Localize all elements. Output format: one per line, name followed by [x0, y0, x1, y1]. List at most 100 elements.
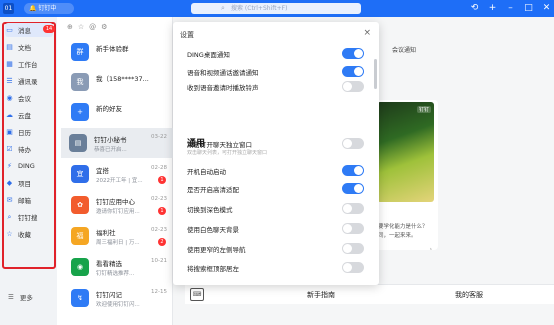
search-left-toggle[interactable] — [342, 262, 364, 273]
sidebar-item-workbench[interactable]: ▦ 工作台 — [5, 57, 53, 71]
conv-time: 02-23 — [151, 227, 167, 233]
sidebar-item-calendar[interactable]: ▣ 日历 — [5, 125, 53, 139]
sidebar-item-ding[interactable]: ⚡ DING — [5, 159, 53, 173]
settings-dialog: 设置 × DING桌面通知 语音和视频通话邀请通知 收到语音邀请时播放铃声 通用… — [173, 22, 379, 285]
sidebar-more[interactable]: ☰ 更多 — [8, 292, 33, 302]
setting-row: 将搜索框顶部居左 — [187, 262, 367, 274]
autostart-toggle[interactable] — [342, 165, 364, 176]
setting-row: 是否开启高清适配 — [187, 183, 367, 195]
sidebar-item-favorites[interactable]: ☆ 收藏 — [5, 227, 53, 241]
more-icon: ☰ — [8, 293, 14, 301]
keyboard-icon[interactable]: ⌨ — [190, 288, 204, 301]
sidebar-item-label: 会议 — [18, 95, 31, 103]
sidebar-item-project[interactable]: ◆ 项目 — [5, 176, 53, 190]
conv-name: 福利社 — [96, 229, 116, 237]
sidebar-item-meeting[interactable]: ◉ 会议 — [5, 91, 53, 105]
conv-preview: 邀请你钉钉应用... — [96, 209, 140, 215]
maximize-icon[interactable]: □ — [523, 1, 534, 15]
list-item[interactable]: 宜 宜搭 2022开工年 | 宜... 02-28 1 — [63, 159, 173, 189]
global-search[interactable]: ⌕ 搜索 (Ctrl+Shift+F) — [191, 3, 361, 14]
workbench-icon: ▦ — [6, 60, 13, 68]
scrollbar[interactable] — [374, 59, 377, 89]
ringtone-toggle[interactable] — [342, 81, 364, 92]
guide-button[interactable]: 新手指南 — [307, 290, 335, 300]
welfare-avatar-icon: 福 — [71, 227, 89, 245]
setting-row: 使用更窄的左侧导航 — [187, 243, 367, 255]
star-icon[interactable]: ☆ — [78, 23, 84, 31]
setting-label: 收到语音邀请时播放铃声 — [187, 84, 259, 92]
ding-notify-toggle[interactable] — [342, 48, 364, 59]
sidebar-item-mail[interactable]: ✉ 邮箱 — [5, 193, 53, 207]
conv-name: 看看精选 — [96, 260, 122, 268]
list-item[interactable]: ◉ 看看精选 钉钉精选推荐... 10-21 — [63, 252, 173, 282]
minimize-icon[interactable]: – — [505, 1, 516, 15]
white-bg-toggle[interactable] — [342, 223, 364, 234]
history-icon[interactable]: ⟲ — [469, 1, 480, 15]
sidebar-item-label: DING — [18, 162, 35, 170]
list-item[interactable]: ✿ 钉钉应用中心 邀请你钉钉应用... 02-23 1 — [63, 190, 173, 220]
all-icon[interactable]: ⊕ — [67, 23, 73, 31]
conv-name: 新手体验群 — [96, 45, 129, 53]
conv-name: 钉钉小秘书 — [94, 136, 127, 144]
list-item[interactable]: ↯ 钉钉闪记 欢迎使用钉钉闪... 12-15 — [63, 283, 173, 313]
list-toolbar: ⊕ ☆ @ ⚙ — [67, 23, 107, 31]
list-item-selected[interactable]: ▤ 钉钉小秘书 恭喜已开启... 03-22 — [61, 128, 173, 158]
calendar-icon: ▣ — [6, 128, 13, 136]
conv-time: 12-15 — [151, 289, 167, 295]
organization-selector[interactable]: 🔔 钉钉中 — [24, 3, 74, 14]
sidebar-item-label: 通讯录 — [18, 78, 38, 86]
sidebar-item-label: 待办 — [18, 146, 31, 154]
sidebar-item-cloud[interactable]: ☁ 云盘 — [5, 108, 53, 122]
setting-label: 语音和视频通话邀请通知 — [187, 69, 259, 77]
hd-adapt-toggle[interactable] — [342, 183, 364, 194]
setting-label: 开机自动启动 — [187, 168, 226, 176]
sidebar-item-contacts[interactable]: ☰ 通讯录 — [5, 74, 53, 88]
list-item[interactable]: + 新的好友 — [63, 97, 173, 127]
conv-name: 钉钉应用中心 — [96, 198, 135, 206]
filter-icon[interactable]: ⚙ — [101, 23, 107, 31]
sidebar-item-search[interactable]: ⌕ 钉钉搜 — [5, 210, 53, 224]
sidebar-item-messages[interactable]: ▭ 消息 14 — [5, 23, 55, 37]
setting-label: 是否开启高清适配 — [187, 186, 239, 194]
conv-time: 02-23 — [151, 196, 167, 202]
unread-badge: 1 — [158, 176, 166, 184]
conv-time: 02-28 — [151, 165, 167, 171]
sidebar-nav: ▭ 消息 14 ▤ 文档 ▦ 工作台 ☰ 通讯录 ◉ 会议 ☁ 云盘 ▣ 日历 … — [0, 17, 57, 325]
setting-label: 双击打开聊天独立窗口 — [187, 141, 252, 149]
support-button[interactable]: 我的客服 — [455, 290, 483, 300]
conv-preview: 欢迎使用钉钉闪... — [96, 302, 140, 308]
sidebar-more-label: 更多 — [19, 294, 33, 302]
meeting-icon: ◉ — [6, 94, 13, 102]
setting-row: 切换到深色模式 — [187, 203, 367, 215]
add-friend-icon: + — [71, 103, 89, 121]
close-icon[interactable]: ✕ — [541, 1, 552, 15]
mail-icon: ✉ — [6, 196, 13, 204]
setting-label: 使用更窄的左侧导航 — [187, 246, 246, 254]
user-avatar[interactable]: 01 — [3, 3, 14, 14]
list-item[interactable]: 群 新手体验群 — [63, 37, 173, 67]
unread-badge: 1 — [158, 207, 166, 215]
close-icon[interactable]: × — [363, 28, 371, 38]
sidebar-item-todo[interactable]: ☑ 待办 — [5, 142, 53, 156]
call-notify-toggle[interactable] — [342, 66, 364, 77]
search-placeholder: 搜索 (Ctrl+Shift+F) — [231, 5, 288, 12]
sidebar-item-docs[interactable]: ▤ 文档 — [5, 40, 53, 54]
conv-name: 宜搭 — [96, 167, 109, 175]
chat-side-text: 会议通知 — [392, 47, 417, 54]
list-item[interactable]: 福 福利社 周三福利日 | 万... 02-23 2 — [63, 221, 173, 251]
contacts-icon: ☰ — [6, 77, 13, 85]
standalone-window-toggle[interactable] — [342, 138, 364, 149]
assistant-avatar-icon: ▤ — [69, 134, 87, 152]
user-avatar-icon: 我 — [71, 73, 89, 91]
cloud-icon: ☁ — [6, 111, 13, 119]
dark-mode-toggle[interactable] — [342, 203, 364, 214]
at-icon[interactable]: @ — [89, 23, 96, 31]
dingtalk-logo: 钉钉 — [416, 106, 431, 113]
sidebar-item-label: 消息 — [18, 27, 31, 35]
conv-preview: 钉钉精选推荐... — [96, 271, 135, 277]
list-item[interactable]: 我 我（158****37... — [63, 67, 173, 97]
narrow-nav-toggle[interactable] — [342, 243, 364, 254]
add-icon[interactable]: + — [487, 1, 498, 15]
promo-card[interactable]: 钉钉 要学化能力是什么？ 同，一起来来。 › — [374, 100, 438, 250]
card-text: 同，一起来来。 — [378, 233, 417, 239]
